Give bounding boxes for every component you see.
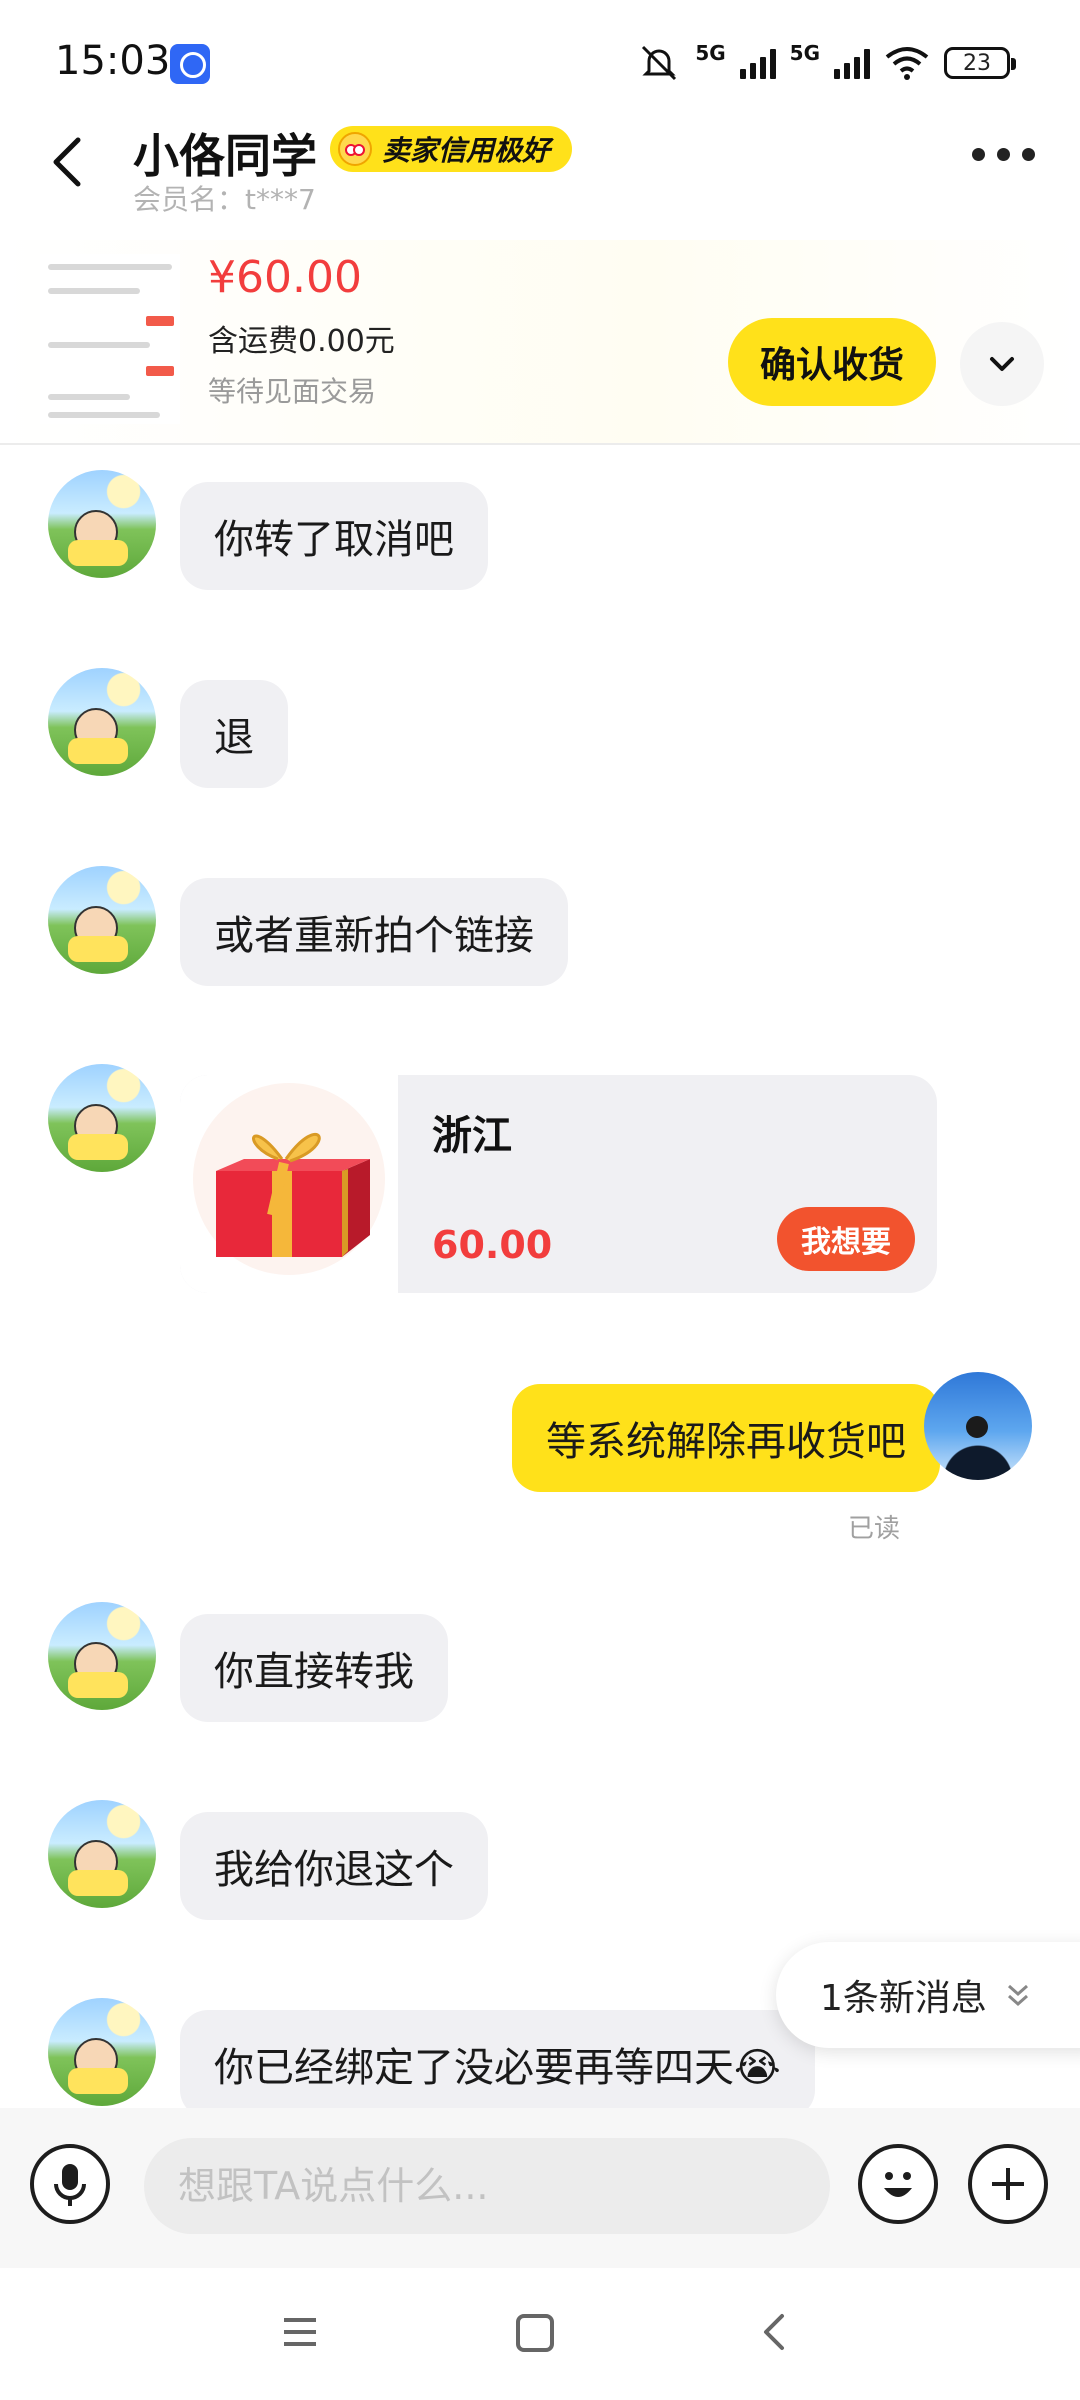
mic-button[interactable]: [30, 2144, 110, 2224]
signal-icon: [834, 47, 870, 79]
message-bubble[interactable]: 或者重新拍个链接: [180, 878, 568, 986]
battery-icon: 23: [944, 47, 1016, 79]
menu-icon[interactable]: [282, 2314, 318, 2350]
message-bubble[interactable]: 你转了取消吧: [180, 482, 488, 590]
expand-button[interactable]: [960, 322, 1044, 406]
battery-level: 23: [963, 50, 991, 76]
more-icon[interactable]: [972, 148, 1035, 161]
contact-avatar[interactable]: [48, 668, 156, 776]
product-price: 60.00: [432, 1223, 553, 1267]
contact-name[interactable]: 小佫同学: [133, 120, 317, 186]
badge-label: 卖家信用极好: [382, 134, 551, 167]
badge-face-icon: [338, 132, 372, 166]
status-time: 15:03: [55, 38, 171, 84]
nav-back-icon[interactable]: [756, 2312, 796, 2352]
emoji-icon: [884, 2172, 912, 2197]
network-label-1: 5G: [695, 41, 726, 65]
seller-credit-badge[interactable]: 卖家信用极好: [330, 126, 573, 172]
chat-screen: 15:03 5G 5G 23 小佫同学 卖家信用极好 会员名：t***7 ¥60…: [0, 0, 1080, 2400]
mic-icon: [54, 2164, 86, 2206]
message-input[interactable]: [144, 2138, 830, 2234]
emoji-button[interactable]: [858, 2144, 938, 2224]
message-bubble[interactable]: 你已经绑定了没必要再等四天😭: [180, 2010, 815, 2118]
wifi-icon: [885, 47, 929, 80]
home-icon[interactable]: [516, 2314, 554, 2352]
system-nav-bar: [0, 2268, 1080, 2400]
double-chevron-down-icon: [1007, 1984, 1028, 2007]
new-message-label: 1条新消息: [820, 1978, 987, 2019]
my-avatar[interactable]: [924, 1372, 1032, 1480]
contact-avatar[interactable]: [48, 1800, 156, 1908]
message-bubble[interactable]: 我给你退这个: [180, 1812, 488, 1920]
member-name: 会员名：t***7: [133, 183, 316, 216]
input-bar: [0, 2108, 1080, 2268]
contact-avatar[interactable]: [48, 1064, 156, 1172]
order-shipping: 含运费0.00元: [208, 324, 395, 359]
network-label-2: 5G: [789, 41, 820, 65]
want-button[interactable]: 我想要: [777, 1207, 915, 1271]
read-status: 已读: [847, 1514, 900, 1544]
product-thumbnail[interactable]: [40, 254, 180, 424]
order-status: 等待见面交易: [208, 375, 377, 408]
order-price: ¥60.00: [208, 252, 362, 303]
new-message-tip[interactable]: 1条新消息: [776, 1942, 1080, 2048]
order-card[interactable]: ¥60.00 含运费0.00元 等待见面交易 确认收货: [0, 240, 1080, 445]
app-notification-icon: [170, 44, 210, 84]
signal-icon: [739, 47, 776, 79]
product-image: [180, 1075, 398, 1293]
mute-icon: [642, 45, 677, 81]
message-bubble-mine[interactable]: 等系统解除再收货吧: [512, 1384, 940, 1492]
message-bubble[interactable]: 你直接转我: [180, 1614, 448, 1722]
contact-avatar[interactable]: [48, 470, 156, 578]
product-title: 浙江: [432, 1113, 512, 1159]
contact-avatar[interactable]: [48, 1602, 156, 1710]
gift-icon: [193, 1083, 385, 1275]
contact-avatar[interactable]: [48, 866, 156, 974]
plus-button[interactable]: [968, 2144, 1048, 2224]
message-bubble[interactable]: 退: [180, 680, 288, 788]
contact-avatar[interactable]: [48, 1998, 156, 2106]
chat-header: 小佫同学 卖家信用极好 会员名：t***7: [0, 110, 1080, 220]
back-arrow-icon[interactable]: [40, 132, 100, 192]
status-bar: 15:03 5G 5G 23: [0, 0, 1080, 120]
plus-icon: [992, 2168, 1024, 2200]
confirm-receipt-button[interactable]: 确认收货: [728, 318, 936, 406]
product-card[interactable]: 浙江 60.00 我想要: [180, 1075, 937, 1293]
status-icons: 5G 5G 23: [637, 38, 1016, 88]
chevron-down-icon: [990, 357, 1014, 371]
